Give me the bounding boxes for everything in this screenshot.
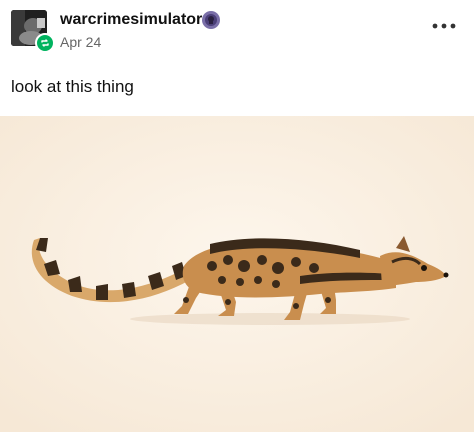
- post-header: warcrimesimulator Apr 24: [0, 0, 474, 60]
- post-caption: look at this thing: [11, 77, 134, 96]
- more-options-icon[interactable]: [428, 16, 460, 36]
- post-date[interactable]: Apr 24: [60, 34, 101, 50]
- reblog-icon: [35, 33, 55, 53]
- post-image[interactable]: [0, 116, 474, 432]
- user-badge-icon: [202, 11, 220, 29]
- post-card: warcrimesimulator Apr 24 look at this th…: [0, 0, 474, 440]
- avatar-container[interactable]: [11, 10, 55, 53]
- animal-photo: [0, 116, 474, 432]
- username[interactable]: warcrimesimulator: [60, 11, 202, 29]
